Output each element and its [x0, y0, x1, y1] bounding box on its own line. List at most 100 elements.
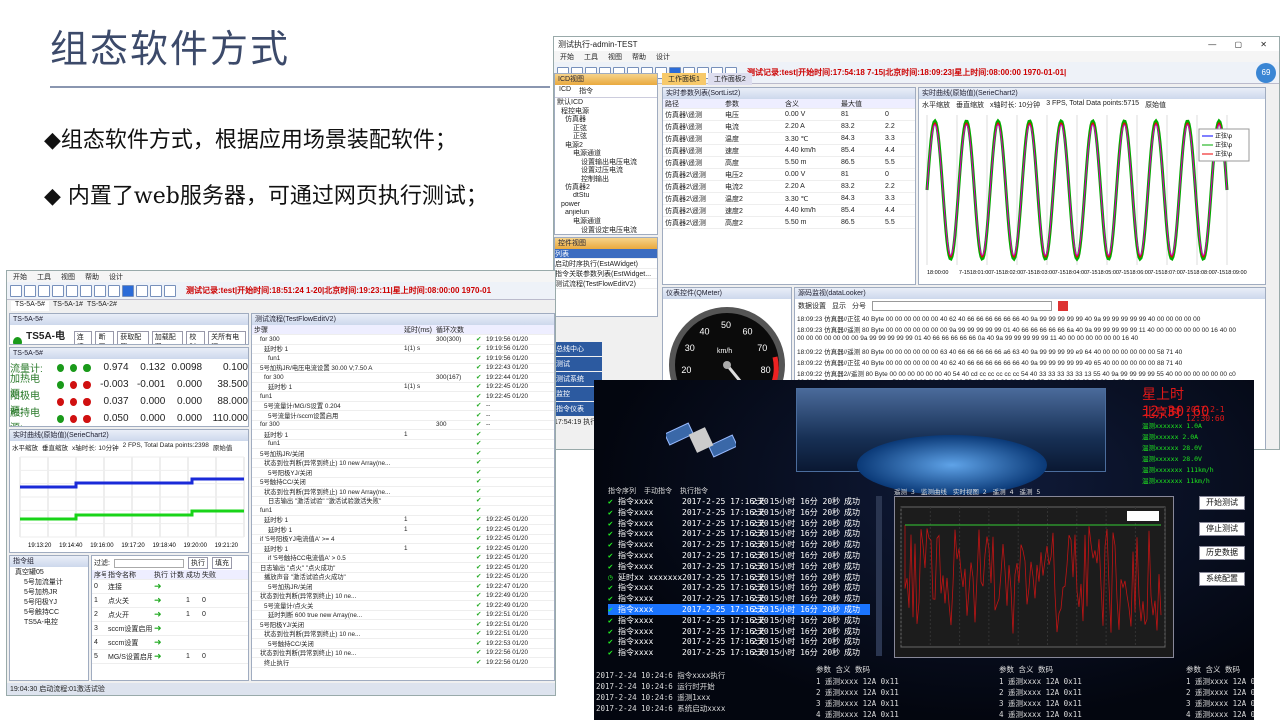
- tree-node[interactable]: 设置设定电压电流: [555, 226, 657, 235]
- tab-manual-cmd[interactable]: 手动指令: [644, 486, 672, 496]
- vzoom-checkbox[interactable]: 垂直缩放: [42, 442, 68, 452]
- grid-icon[interactable]: [94, 285, 106, 297]
- menu-design[interactable]: 设计: [109, 272, 123, 282]
- group-node[interactable]: 5号加热JR: [10, 587, 88, 597]
- tab-ts5a-1[interactable]: TS-5A-1#: [53, 301, 83, 311]
- command-row[interactable]: ✔ 指令xxxx 2017-2-25 17:16:202天 15小时 16分 20秒…: [608, 647, 870, 658]
- menu-tools[interactable]: 工具: [584, 52, 598, 62]
- flow-step[interactable]: fun1 ✔: [252, 506, 554, 516]
- flow-step[interactable]: 终止执行 ✔ 19:22:56 01/20: [252, 658, 554, 668]
- command-row[interactable]: ✔ 指令xxxx 2017-2-25 17:16:202天 15小时 16分 20秒…: [608, 582, 870, 593]
- connect-button[interactable]: 连接: [74, 331, 93, 345]
- menu-tools[interactable]: 工具: [37, 272, 51, 282]
- menu-help[interactable]: 帮助: [85, 272, 99, 282]
- pause-icon[interactable]: [136, 285, 148, 297]
- flow-step[interactable]: 5号加热JR/关闭 ✔ 19:22:47 01/20: [252, 582, 554, 592]
- command-row[interactable]: 5 MG/S设置启用 ➜ 1 0: [92, 650, 248, 664]
- flow-step[interactable]: 日志输出 "激活试验" "激活试验激活失败" ✔: [252, 497, 554, 507]
- tree-node[interactable]: power: [555, 200, 657, 209]
- sync-time-button[interactable]: 校时: [186, 331, 205, 345]
- command-row[interactable]: ✔ 指令xxxx 2017-2-25 17:16:202天 15小时 16分 20秒…: [608, 604, 870, 615]
- flow-step[interactable]: 5号触持CC/关闭 ✔: [252, 478, 554, 488]
- group-node[interactable]: 真空罐05: [10, 567, 88, 577]
- flow-step[interactable]: 5号阳极YJ/关闭 ✔ 19:22:51 01/20: [252, 620, 554, 630]
- table-row[interactable]: 仿真器2\遥测 温度2 3.30 ℃ 84.3 3.3: [663, 193, 915, 205]
- flow-step[interactable]: 延时秒 1 1(1) s ✔ 19:22:45 01/20: [252, 383, 554, 393]
- semicolon-checkbox[interactable]: 分号: [852, 301, 866, 311]
- flow-step[interactable]: 5号加热JR/关闭 ✔: [252, 449, 554, 459]
- pen-icon[interactable]: [80, 285, 92, 297]
- flow-step[interactable]: 日志输出 "点火" "点火成功" ✔ 19:22:45 01/20: [252, 563, 554, 573]
- command-row[interactable]: ✔ 指令xxxx 2017-2-25 17:16:202天 15小时 16分 20秒…: [608, 528, 870, 539]
- flow-step[interactable]: 5号阳极YJ/关闭 ✔: [252, 468, 554, 478]
- command-row[interactable]: ✔ 指令xxxx 2017-2-25 17:16:202天 15小时 16分 20秒…: [608, 518, 870, 529]
- vzoom-checkbox[interactable]: 垂直缩放: [956, 100, 984, 110]
- flow-step[interactable]: 状态到位判断(异常到终止) 10 new Array(ne... ✔: [252, 487, 554, 497]
- tab-command[interactable]: 指令: [579, 86, 593, 96]
- command-row[interactable]: 2 点火开 ➜ 1 0: [92, 608, 248, 622]
- table-row[interactable]: 仿真器2\遥测 高度2 5.50 m 86.5 5.5: [663, 217, 915, 229]
- stop-icon[interactable]: [38, 285, 50, 297]
- tab-monitor-curve[interactable]: 监测曲线: [921, 486, 947, 496]
- hzoom-checkbox[interactable]: 水平缩放: [922, 100, 950, 110]
- flow-step[interactable]: 延时秒 1 1 ✔: [252, 430, 554, 440]
- fill-button[interactable]: 填充: [212, 557, 232, 569]
- flow-step[interactable]: 状态到位判断(异常到终止) 10 ne... ✔ 19:22:51 01/20: [252, 630, 554, 640]
- menu-view[interactable]: 视图: [61, 272, 75, 282]
- load-config-button[interactable]: 加载配置: [152, 331, 184, 345]
- command-row[interactable]: ✔ 指令xxxx 2017-2-25 17:16:202天 15小时 16分 20秒…: [608, 593, 870, 604]
- tab-telemetry-3[interactable]: 遥测 3: [894, 486, 915, 496]
- nav-bus-center[interactable]: 总线中心: [554, 342, 602, 356]
- command-row[interactable]: ✔ 指令xxxx 2017-2-25 17:16:202天 15小时 16分 20秒…: [608, 550, 870, 561]
- nav-test[interactable]: 测试: [554, 357, 602, 371]
- table-row[interactable]: 仿真器\遥测 电压 0.00 V 81 0: [663, 109, 915, 121]
- group-node[interactable]: 5号阳极YJ: [10, 597, 88, 607]
- command-scrollbar[interactable]: [876, 496, 882, 656]
- run-arrow-icon[interactable]: ➜: [152, 595, 168, 606]
- run-arrow-icon[interactable]: ➜: [152, 637, 168, 648]
- flow-step[interactable]: for 300 300(300) ✔ 19:19:56 01/20: [252, 335, 554, 345]
- group-node[interactable]: TS5A-电控: [10, 617, 88, 627]
- command-row[interactable]: ✔ 指令xxxx 2017-2-25 17:16:202天 15小时 16分 20秒…: [608, 496, 870, 507]
- run-arrow-icon[interactable]: ➜: [152, 581, 168, 592]
- table-row[interactable]: 仿真器\遥测 高度 5.50 m 86.5 5.5: [663, 157, 915, 169]
- tab-realtime-view[interactable]: 实时视图 2: [953, 486, 987, 496]
- flow-step[interactable]: 延时判断 600 true new Array(ne... ✔ 19:22:51 0…: [252, 611, 554, 621]
- chart-icon[interactable]: [66, 285, 78, 297]
- flow-step[interactable]: if '5号触持CC电流值A' > 0.5 ✔ 19:22:45 01/20: [252, 554, 554, 564]
- clear-icon[interactable]: [1058, 301, 1068, 311]
- tab-exec-cmd[interactable]: 执行指令: [680, 486, 708, 496]
- menu-view[interactable]: 视图: [608, 52, 622, 62]
- command-row[interactable]: ✔ 指令xxxx 2017-2-25 17:16:202天 15小时 16分 20秒…: [608, 615, 870, 626]
- control-list-item[interactable]: 列表: [555, 249, 657, 259]
- menu-start[interactable]: 开始: [13, 272, 27, 282]
- log-filter-input[interactable]: [872, 301, 1052, 311]
- control-list-item[interactable]: 指令关联参数列表(EstWidget...: [555, 269, 657, 279]
- tab-cmd-sequence[interactable]: 指令序列: [608, 486, 636, 496]
- save-icon[interactable]: [108, 285, 120, 297]
- tab-icd[interactable]: ICD: [559, 86, 571, 96]
- flow-step[interactable]: fun1 ✔ 19:22:45 01/20: [252, 392, 554, 402]
- flow-step[interactable]: 状态到位判断(异常到终止) 10 ne... ✔ 19:22:49 01/20: [252, 592, 554, 602]
- flow-step[interactable]: 延时秒 1 1 ✔ 19:22:45 01/20: [252, 544, 554, 554]
- flow-step[interactable]: if '5号阳极YJ电流值A' >= 4 ✔ 19:22:45 01/20: [252, 535, 554, 545]
- tab-telemetry-4[interactable]: 遥测 4: [993, 486, 1014, 496]
- filter-input[interactable]: [114, 559, 184, 568]
- flow-step[interactable]: 状态到位判断(异常到终止) 10 new Array(ne... ✔: [252, 459, 554, 469]
- flow-step[interactable]: 5号流量计/点火关 ✔ 19:22:49 01/20: [252, 601, 554, 611]
- raw-value-button[interactable]: 原始值: [1145, 100, 1166, 110]
- flow-step[interactable]: 状态到位判断(异常到终止) 10 ne... ✔ 19:22:56 01/20: [252, 649, 554, 659]
- run-arrow-icon[interactable]: ➜: [152, 609, 168, 620]
- tab-telemetry-5[interactable]: 遥测 5: [1019, 486, 1040, 496]
- command-row[interactable]: ✔ 指令xxxx 2017-2-25 17:16:202天 15小时 16分 20秒…: [608, 636, 870, 647]
- command-row[interactable]: ✔ 指令xxxx 2017-2-25 17:16:202天 15小时 16分 20秒…: [608, 539, 870, 550]
- menu-start[interactable]: 开始: [560, 52, 574, 62]
- new-icon[interactable]: [10, 285, 22, 297]
- control-list-item[interactable]: 启动时序执行(EstAWidget): [555, 259, 657, 269]
- flow-step[interactable]: for 300 300(167) ✔ 19:22:44 01/20: [252, 373, 554, 383]
- hzoom-checkbox[interactable]: 水平缩放: [12, 442, 38, 452]
- edit-icon[interactable]: [24, 285, 36, 297]
- flow-step[interactable]: 5号触持CC/关闭 ✔ 19:22:53 01/20: [252, 639, 554, 649]
- group-node[interactable]: 5号触持CC: [10, 607, 88, 617]
- command-row[interactable]: ◷ 延时xx xxxxxxx2017-2-25 17:16:202天 15小时 1…: [608, 572, 870, 583]
